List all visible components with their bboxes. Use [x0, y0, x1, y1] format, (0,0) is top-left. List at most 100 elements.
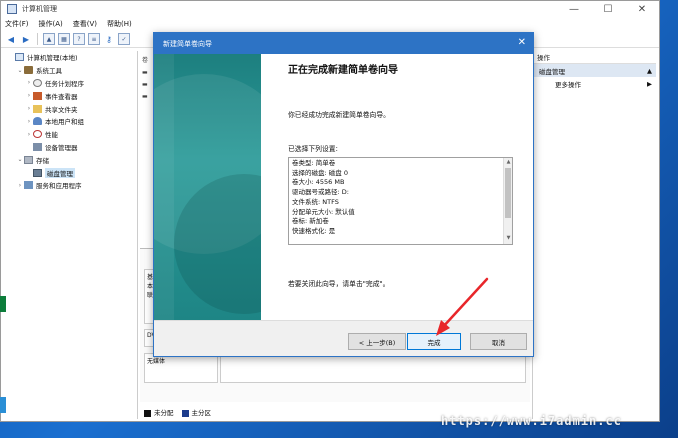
- tree-item[interactable]: › 事件查看器: [7, 89, 137, 102]
- up-folder-icon[interactable]: ▲: [43, 33, 55, 45]
- tree-item-label: 本地用户和组: [45, 118, 84, 127]
- submenu-arrow-icon: ▶: [647, 79, 652, 88]
- tree-item[interactable]: ⌄ 系统工具: [7, 64, 137, 77]
- tree-item-label: 存储: [36, 156, 49, 165]
- tree-item-label: 共享文件夹: [45, 105, 78, 114]
- expand-arrow-icon[interactable]: ⌄: [16, 156, 24, 163]
- dvd-no-media: 无媒体: [144, 353, 218, 383]
- desktop-shortcut-icon[interactable]: [0, 296, 6, 312]
- setting-line: 选择的磁盘: 磁盘 0: [292, 168, 348, 177]
- expand-arrow-icon[interactable]: ⌄: [16, 67, 24, 74]
- performance-icon: [33, 130, 42, 139]
- tree-item-label: 服务和应用程序: [36, 182, 82, 191]
- tree-item-label: 磁盘管理: [45, 167, 75, 178]
- setting-line: 文件系统: NTFS: [292, 197, 339, 206]
- more-actions-label: 更多操作: [555, 80, 581, 89]
- close-button[interactable]: ✕: [625, 1, 659, 17]
- tree-item[interactable]: › 本地用户和组: [7, 115, 137, 128]
- actions-section-label: 磁盘管理: [539, 67, 565, 76]
- key-icon[interactable]: ⚷: [103, 33, 115, 45]
- settings-scrollbar[interactable]: ▲ ▼: [503, 158, 512, 244]
- forward-arrow-icon[interactable]: ▶: [20, 33, 32, 45]
- close-hint-text: 若要关闭此向导，请单击"完成"。: [288, 280, 390, 288]
- volume-row-icon[interactable]: ▬: [142, 81, 148, 88]
- storage-icon: [24, 155, 33, 164]
- users-icon: [33, 117, 42, 126]
- tree-item-label: 任务计划程序: [45, 79, 84, 88]
- computer-icon: [15, 53, 24, 62]
- folder-icon: [33, 104, 42, 113]
- selected-settings-label: 已选择下列设置:: [288, 145, 338, 153]
- settings-summary-list[interactable]: 卷类型: 简单卷 选择的磁盘: 磁盘 0 卷大小: 4556 MB 驱动器号或路…: [288, 157, 513, 245]
- menu-bar: 文件(F) 操作(A) 查看(V) 帮助(H): [1, 17, 659, 31]
- collapse-arrow-icon[interactable]: ›: [25, 118, 33, 125]
- collapse-arrow-icon[interactable]: ▲: [647, 67, 652, 75]
- setting-line: 卷大小: 4556 MB: [292, 178, 345, 187]
- minimize-button[interactable]: —: [557, 1, 591, 17]
- back-button[interactable]: < 上一步(B): [348, 333, 406, 350]
- menu-help[interactable]: 帮助(H): [107, 19, 132, 29]
- volume-column-header[interactable]: 卷: [142, 55, 148, 64]
- tree-item[interactable]: 磁盘管理: [7, 166, 137, 179]
- setting-line: 卷类型: 简单卷: [292, 159, 336, 167]
- wizard-body: 正在完成新建简单卷向导 你已经成功完成新建简单卷向导。 已选择下列设置: 卷类型…: [261, 54, 533, 320]
- clock-icon: [33, 78, 42, 87]
- collapse-arrow-icon[interactable]: ›: [25, 79, 33, 86]
- primary-swatch: [181, 409, 189, 417]
- back-arrow-icon[interactable]: ◀: [5, 33, 17, 45]
- more-actions-item[interactable]: 更多操作 ▶: [533, 77, 656, 90]
- collapse-arrow-icon[interactable]: ›: [25, 105, 33, 112]
- device-icon: [33, 142, 42, 151]
- menu-view[interactable]: 查看(V): [73, 19, 97, 29]
- new-simple-volume-wizard: 新建简单卷向导 ✕ 正在完成新建简单卷向导 你已经成功完成新建简单卷向导。 已选…: [153, 32, 534, 357]
- tree-item[interactable]: › 共享文件夹: [7, 102, 137, 115]
- legend-primary: 主分区: [181, 407, 211, 417]
- wizard-title: 新建简单卷向导: [163, 39, 212, 48]
- wizard-close-icon[interactable]: ✕: [518, 37, 526, 48]
- collapse-arrow-icon[interactable]: ›: [16, 182, 24, 189]
- tree-item[interactable]: › 任务计划程序: [7, 77, 137, 90]
- setting-line: 快速格式化: 是: [292, 226, 336, 235]
- wizard-title-bar: 新建简单卷向导 ✕: [154, 33, 533, 54]
- tree-item-label: 系统工具: [36, 67, 62, 76]
- scroll-up-icon[interactable]: ▲: [504, 158, 512, 168]
- disk-icon: [33, 168, 42, 177]
- actions-section-disk-management[interactable]: 磁盘管理 ▲: [533, 64, 656, 77]
- tree-item-label: 事件查看器: [45, 92, 78, 101]
- collapse-arrow-icon[interactable]: ›: [25, 92, 33, 99]
- finish-button[interactable]: 完成: [407, 333, 461, 350]
- menu-action[interactable]: 操作(A): [39, 19, 63, 29]
- actions-pane: 操作 磁盘管理 ▲ 更多操作 ▶: [532, 51, 656, 419]
- scroll-down-icon[interactable]: ▼: [504, 234, 512, 244]
- volume-row-icon[interactable]: ▬: [142, 93, 148, 100]
- help-icon[interactable]: ?: [73, 33, 85, 45]
- collapse-arrow-icon[interactable]: ›: [25, 131, 33, 138]
- title-bar: 计算机管理 — ☐ ✕: [1, 1, 659, 17]
- properties-icon[interactable]: ≡: [88, 33, 100, 45]
- tree-item[interactable]: › 服务和应用程序: [7, 179, 137, 192]
- legend-unallocated: 未分配: [144, 407, 174, 417]
- window-title: 计算机管理: [22, 5, 57, 13]
- navigation-tree: 计算机管理(本地) ⌄ 系统工具 › 任务计划程序 › 事件查看器 › 共享文件夹 › 本地用户和组…: [7, 51, 138, 419]
- event-icon: [33, 91, 42, 100]
- cancel-button[interactable]: 取消: [470, 333, 527, 350]
- menu-file[interactable]: 文件(F): [5, 19, 29, 29]
- wizard-done-text: 你已经成功完成新建简单卷向导。: [288, 111, 390, 119]
- tree-item[interactable]: 设备管理器: [7, 141, 137, 154]
- tools-icon: [24, 66, 33, 75]
- check-icon[interactable]: ✓: [118, 33, 130, 45]
- tree-item[interactable]: › 性能: [7, 128, 137, 141]
- scrollbar-thumb[interactable]: [505, 168, 511, 218]
- setting-line: 驱动器号或路径: D:: [292, 188, 349, 197]
- volume-row-icon[interactable]: ▬: [142, 69, 148, 76]
- tree-item-label: 性能: [45, 131, 58, 140]
- wizard-side-banner: [154, 54, 261, 320]
- desktop-shortcut-icon[interactable]: [0, 397, 6, 413]
- show-hide-tree-icon[interactable]: ▦: [58, 33, 70, 45]
- actions-header: 操作: [533, 51, 656, 64]
- tree-item[interactable]: 计算机管理(本地): [7, 51, 137, 64]
- services-icon: [24, 181, 33, 190]
- tree-item[interactable]: ⌄ 存储: [7, 153, 137, 166]
- maximize-button[interactable]: ☐: [591, 1, 625, 17]
- tree-item-label: 计算机管理(本地): [27, 54, 78, 63]
